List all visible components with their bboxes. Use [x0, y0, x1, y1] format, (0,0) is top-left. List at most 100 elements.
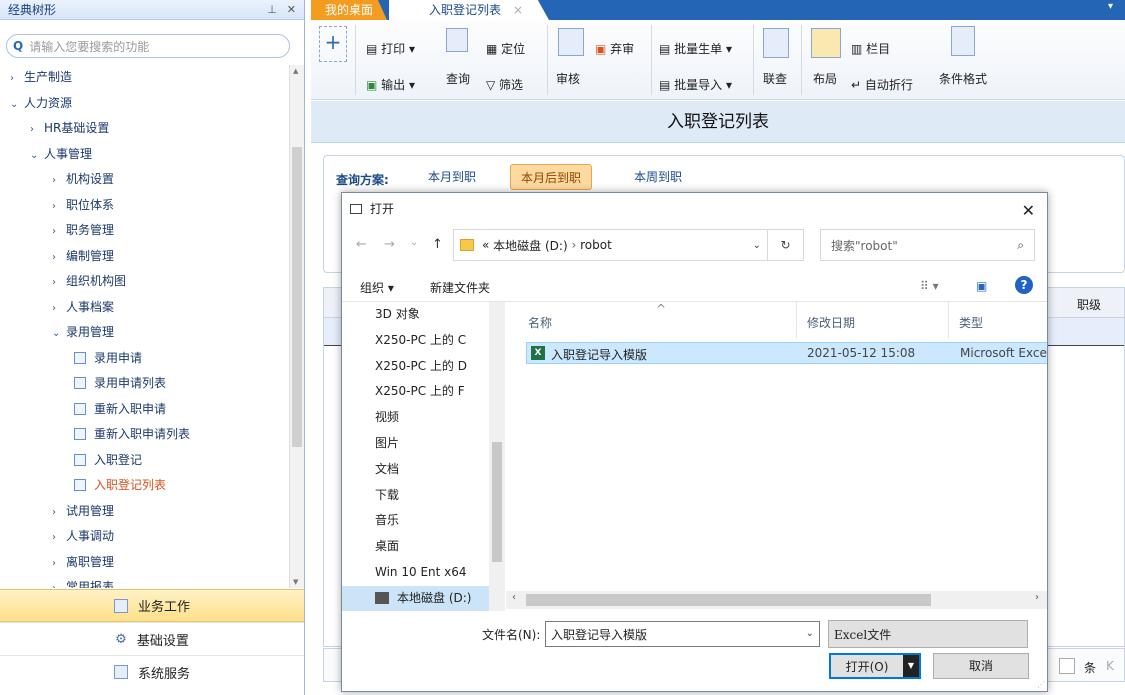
forward-icon[interactable]: → — [384, 237, 395, 252]
chevron-right-icon[interactable]: › — [52, 168, 66, 193]
chevron-right-icon[interactable]: › — [30, 117, 44, 142]
back-icon[interactable]: ← — [356, 237, 367, 252]
pin-icon[interactable]: ⊥ — [267, 3, 277, 16]
tree-item[interactable]: › 试用管理 — [52, 499, 114, 524]
link-query-button[interactable]: 联查 — [763, 70, 787, 87]
chevron-down-icon[interactable]: ⌄ — [753, 240, 761, 251]
tree-item[interactable]: › HR基础设置 — [30, 116, 109, 141]
nav-pane-item[interactable]: 下载 — [375, 483, 490, 508]
filename-input[interactable]: 入职登记导入模版 ⌄ — [545, 621, 820, 647]
address-bar[interactable]: « 本地磁盘 (D:) › robot ⌄ — [453, 229, 768, 261]
nav-pane-item[interactable]: 视频 — [375, 405, 490, 430]
chevron-right-icon[interactable]: › — [52, 525, 66, 550]
chevron-right-icon[interactable]: › — [52, 551, 66, 576]
panel-basic-settings[interactable]: ⚙ 基础设置 — [0, 622, 304, 655]
tree-item[interactable]: › 职位体系 — [52, 193, 114, 218]
preview-pane-icon[interactable]: ▣ — [976, 279, 987, 293]
tab-entry-list[interactable]: 入职登记列表 × — [389, 0, 549, 20]
nav-pane-item[interactable]: X250-PC 上的 D — [375, 354, 490, 379]
view-options-icon[interactable]: ⠿ ▾ — [920, 279, 939, 293]
scroll-thumb[interactable] — [526, 594, 931, 606]
up-icon[interactable]: ↑ — [432, 237, 443, 252]
page-size-input[interactable] — [1059, 658, 1075, 674]
nav-pane-item[interactable]: X250-PC 上的 C — [375, 328, 490, 353]
nav-pane-item[interactable]: Win 10 Ent x64 — [375, 560, 490, 585]
col-name[interactable]: 名称 — [528, 314, 552, 331]
tree-item[interactable]: › 离职管理 — [52, 550, 114, 575]
function-search-input[interactable]: Q 请输入您要搜索的功能 — [6, 34, 290, 58]
nav-pane-item[interactable]: 本地磁盘 (D:)⌄ — [342, 585, 492, 611]
col-type[interactable]: 类型 — [959, 314, 983, 331]
tab-close-icon[interactable]: × — [513, 3, 523, 17]
tab-home[interactable]: 我的桌面 — [311, 0, 387, 20]
chevron-right-icon[interactable]: › — [52, 296, 66, 321]
tree-item[interactable]: ›常用报表 — [52, 575, 114, 588]
tree-item[interactable]: › 人事档案 — [52, 295, 114, 320]
filetype-select[interactable]: Excel文件 — [828, 620, 1028, 648]
layout-button[interactable]: 布局 — [813, 70, 837, 87]
batch-generate-button[interactable]: ▤ 批量生单 ▾ — [659, 40, 732, 57]
nav-pane-item[interactable]: X250-PC 上的 F — [375, 379, 490, 404]
autowrap-button[interactable]: ↵ 自动折行 — [851, 76, 913, 93]
nav-pane-item[interactable]: 桌面 — [375, 534, 490, 559]
resize-grip-icon[interactable]: ⋰ — [1037, 680, 1045, 689]
tree-item[interactable]: ⌄ 录用管理 — [52, 320, 114, 345]
chevron-down-icon[interactable]: ⌄ — [30, 143, 44, 168]
chevron-right-icon[interactable]: › — [52, 245, 66, 270]
cond-format-button[interactable]: 条件格式 — [939, 70, 987, 87]
open-dropdown-icon[interactable]: ▼ — [903, 655, 919, 677]
tree-item[interactable]: › 组织机构图 — [52, 269, 126, 294]
tree-item[interactable]: › 机构设置 — [52, 167, 114, 192]
tab-menu-icon[interactable]: ▾ — [1108, 1, 1113, 12]
chevron-right-icon[interactable]: › — [52, 194, 66, 219]
first-page-button[interactable]: K — [1106, 659, 1114, 673]
tree-item[interactable]: › 生产制造 — [10, 65, 72, 90]
tree-item[interactable]: › 人事调动 — [52, 524, 114, 549]
chevron-right-icon[interactable]: › — [52, 500, 66, 525]
chevron-right-icon[interactable]: › — [10, 66, 24, 91]
scroll-up-icon[interactable]: ▲ — [293, 67, 298, 75]
scroll-right-icon[interactable]: › — [1035, 592, 1039, 603]
chevron-right-icon[interactable]: › — [52, 219, 66, 244]
print-button[interactable]: ▤ 打印 ▾ — [366, 40, 415, 57]
panel-business[interactable]: 业务工作 — [0, 589, 304, 622]
file-row[interactable]: X 入职登记导入模版 2021-05-12 15:08 Microsoft Ex… — [526, 342, 1047, 364]
query-option-this-week[interactable]: 本周到职 — [624, 164, 692, 190]
query-button[interactable]: 查询 — [446, 70, 470, 87]
tree-item[interactable]: › 职务管理 — [52, 218, 114, 243]
close-icon[interactable]: ✕ — [287, 3, 296, 16]
open-button[interactable]: 打开(O) ▼ — [829, 653, 921, 679]
query-option-this-month[interactable]: 本月到职 — [418, 164, 486, 190]
query-option-after-month[interactable]: 本月后到职 — [510, 164, 593, 190]
nav-pane-item[interactable]: 3D 对象 — [375, 302, 490, 327]
filter-button[interactable]: ▽ 筛选 — [486, 76, 523, 93]
organize-button[interactable]: 组织 ▾ — [360, 279, 394, 296]
locate-button[interactable]: ▦ 定位 — [486, 40, 525, 57]
column-button[interactable]: ▥ 栏目 — [851, 40, 890, 57]
tree-item[interactable]: 录用申请 — [74, 346, 142, 371]
tree-item[interactable]: 录用申请列表 — [74, 371, 166, 396]
scroll-thumb[interactable] — [292, 147, 302, 447]
sidebar-scrollbar[interactable]: ▲ ▼ — [289, 65, 304, 588]
tree-item[interactable]: 重新入职申请列表 — [74, 422, 190, 447]
col-modified[interactable]: 修改日期 — [807, 314, 855, 331]
tree-item[interactable]: › 编制管理 — [52, 244, 114, 269]
col-header-rank[interactable]: 职级 — [1077, 296, 1101, 313]
chevron-down-icon[interactable]: ⌄ — [52, 321, 66, 346]
panel-system-service[interactable]: 系统服务 — [0, 655, 304, 688]
reject-button[interactable]: ▣ 弃审 — [595, 40, 634, 57]
dialog-titlebar[interactable]: 打开 ✕ — [342, 193, 1047, 225]
tree-item[interactable]: ⌄ 人事管理 — [30, 142, 92, 167]
horizontal-scrollbar[interactable]: ‹ › — [506, 591, 1047, 609]
nav-pane-item[interactable]: 音乐 — [375, 508, 490, 533]
nav-pane-item[interactable]: 图片 — [375, 431, 490, 456]
chevron-down-icon[interactable]: ⌄ — [10, 92, 24, 117]
close-button[interactable]: ✕ — [1022, 195, 1035, 227]
chevron-down-icon[interactable]: ⌄ — [806, 628, 814, 639]
chevron-right-icon[interactable]: › — [52, 576, 66, 588]
nav-pane-scrollbar[interactable] — [489, 302, 505, 611]
help-icon[interactable]: ? — [1015, 276, 1033, 294]
address-folder[interactable]: robot — [580, 238, 612, 252]
tree-item[interactable]: ⌄ 人力资源 — [10, 91, 72, 116]
export-button[interactable]: ▣ 输出 ▾ — [366, 76, 415, 93]
